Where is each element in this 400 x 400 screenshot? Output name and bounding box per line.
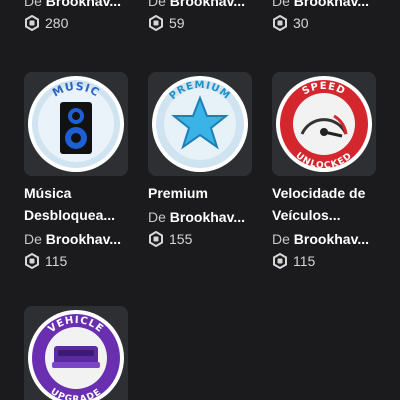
- item-thumbnail[interactable]: VEHICLE UPGRADE: [24, 306, 128, 400]
- creator-line: De Brookhav...: [24, 0, 134, 10]
- creator-link[interactable]: Brookhav...: [46, 0, 121, 9]
- item-card-speed[interactable]: SPEED UNLOCKED Velocidade de Veículos...…: [272, 72, 382, 270]
- previous-item-2[interactable]: De Brookhav... 59: [148, 0, 258, 32]
- robux-icon: [273, 15, 287, 31]
- robux-icon: [25, 15, 39, 31]
- creator-link[interactable]: Brookhav...: [294, 231, 369, 247]
- music-speaker-icon: MUSIC: [28, 76, 124, 172]
- price: 115: [24, 252, 134, 270]
- creator-link[interactable]: Brookhav...: [170, 0, 245, 9]
- creator-line: De Brookhav...: [148, 209, 245, 225]
- price: 280: [24, 14, 134, 32]
- price: 30: [272, 14, 382, 32]
- item-title[interactable]: Velocidade de Veículos...: [272, 182, 382, 226]
- previous-item-3[interactable]: De Brookhav... 30: [272, 0, 382, 32]
- item-card-music[interactable]: MUSIC Música Desbloquea... De Brookhav..…: [24, 72, 134, 270]
- item-thumbnail[interactable]: SPEED UNLOCKED: [272, 72, 376, 176]
- creator-line: De Brookhav...: [24, 231, 121, 247]
- creator-line: De Brookhav...: [272, 231, 369, 247]
- item-card-vehicle-upgrade[interactable]: VEHICLE UPGRADE: [24, 306, 134, 400]
- item-title[interactable]: Premium: [148, 182, 258, 204]
- creator-line: De Brookhav...: [148, 0, 258, 10]
- creator-link[interactable]: Brookhav...: [170, 209, 245, 225]
- price: 155: [148, 230, 258, 248]
- previous-row: De Brookhav... 280 De Brookhav... 59 De …: [0, 0, 400, 32]
- creator-link[interactable]: Brookhav...: [46, 231, 121, 247]
- robux-icon: [149, 15, 163, 31]
- robux-icon: [149, 231, 163, 247]
- premium-star-icon: PREMIUM: [152, 76, 248, 172]
- creator-line: De Brookhav...: [272, 0, 382, 10]
- item-card-premium[interactable]: PREMIUM Premium De Brookhav... 155: [148, 72, 258, 248]
- robux-icon: [273, 253, 287, 269]
- robux-icon: [25, 253, 39, 269]
- item-title[interactable]: Música Desbloquea...: [24, 182, 134, 226]
- price: 115: [272, 252, 382, 270]
- item-thumbnail[interactable]: PREMIUM: [148, 72, 252, 176]
- price: 59: [148, 14, 258, 32]
- creator-link[interactable]: Brookhav...: [294, 0, 369, 9]
- speedometer-icon: SPEED UNLOCKED: [276, 76, 372, 172]
- item-thumbnail[interactable]: MUSIC: [24, 72, 128, 176]
- previous-item-1[interactable]: De Brookhav... 280: [24, 0, 134, 32]
- vehicle-upgrade-icon: VEHICLE UPGRADE: [28, 310, 124, 400]
